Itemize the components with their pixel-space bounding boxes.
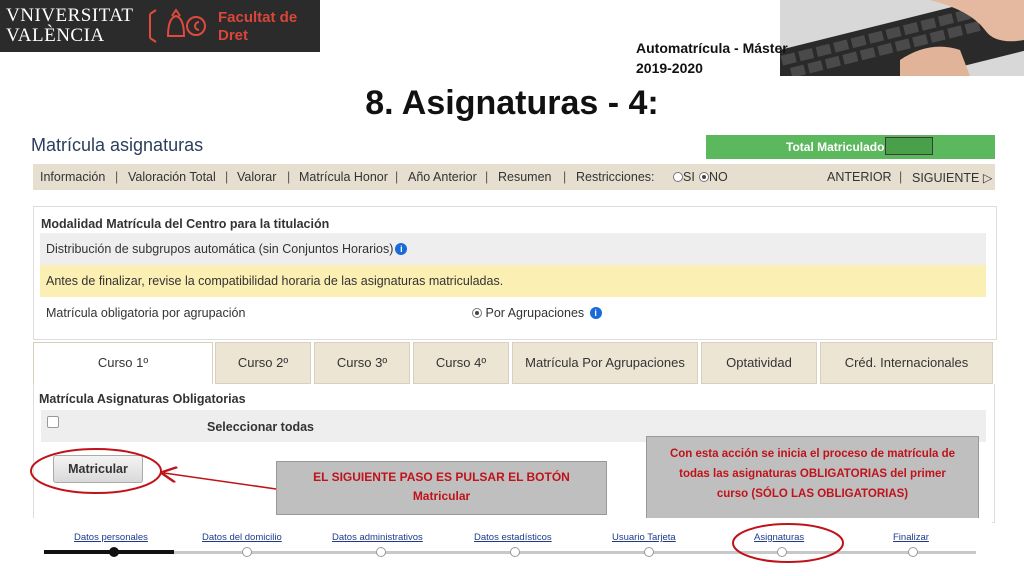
course-tabs: Curso 1º Curso 2º Curso 3º Curso 4º Matr… bbox=[33, 342, 995, 410]
modalidad-box: Modalidad Matrícula del Centro para la t… bbox=[33, 206, 997, 340]
warning-row: Antes de finalizar, revise la compatibil… bbox=[40, 265, 986, 297]
menu-item-resumen[interactable]: Resumen bbox=[498, 170, 552, 184]
menu-separator: | bbox=[899, 170, 903, 184]
university-seal-icon bbox=[149, 8, 206, 43]
callout-next-step: EL SIGUIENTE PASO ES PULSAR EL BOTÓN Mat… bbox=[276, 461, 607, 515]
obligatoria-label: Matrícula obligatoria por agrupación bbox=[46, 306, 246, 320]
step-asignaturas[interactable]: Asignaturas bbox=[754, 532, 804, 543]
step-dot bbox=[376, 547, 386, 557]
modalidad-heading: Modalidad Matrícula del Centro para la t… bbox=[41, 217, 330, 231]
step-datos-personales[interactable]: Datos personales bbox=[74, 532, 148, 543]
menu-separator: | bbox=[287, 170, 291, 184]
tab-curso-2[interactable]: Curso 2º bbox=[215, 342, 311, 384]
step-dot-current bbox=[109, 547, 119, 557]
progress-steps: Datos personales Datos del domicilio Dat… bbox=[32, 518, 992, 576]
total-enrolled-value bbox=[885, 137, 933, 155]
info-icon[interactable]: i bbox=[395, 243, 408, 255]
step-datos-administrativos[interactable]: Datos administrativos bbox=[332, 532, 423, 543]
restricciones-si-option[interactable]: SI bbox=[673, 170, 695, 184]
obligatoria-row: Matrícula obligatoria por agrupación Por… bbox=[40, 297, 986, 329]
menu-item-matricula-honor[interactable]: Matrícula Honor bbox=[299, 170, 388, 184]
total-enrolled-label: Total Matriculado bbox=[786, 140, 885, 154]
menu-separator: | bbox=[225, 170, 229, 184]
tab-optatividad[interactable]: Optatividad bbox=[701, 342, 817, 384]
info-icon[interactable]: i bbox=[589, 307, 602, 319]
step-dot bbox=[242, 547, 252, 557]
step-usuario-tarjeta[interactable]: Usuario Tarjeta bbox=[612, 532, 676, 543]
menu-separator: | bbox=[563, 170, 567, 184]
menu-separator: | bbox=[485, 170, 489, 184]
restricciones-no-option[interactable]: NO bbox=[699, 170, 728, 184]
tab-curso-4[interactable]: Curso 4º bbox=[413, 342, 509, 384]
app-title: Matrícula asignaturas bbox=[31, 135, 204, 155]
next-arrow-icon: ▷ bbox=[982, 171, 993, 185]
university-name: VNIVERSITAT VALÈNCIA bbox=[6, 5, 134, 46]
radio-agrupaciones[interactable] bbox=[472, 308, 482, 318]
menu-separator: | bbox=[115, 170, 119, 184]
menu-bar: Información | Valoración Total | Valorar… bbox=[33, 164, 995, 190]
distribucion-text: Distribución de subgrupos automática (si… bbox=[46, 242, 394, 256]
tab-creditos-internacionales[interactable]: Créd. Internacionales bbox=[820, 342, 993, 384]
university-logo: VNIVERSITAT VALÈNCIA Facultat de Dret bbox=[0, 0, 320, 52]
warning-text: Antes de finalizar, revise la compatibil… bbox=[46, 274, 504, 288]
tab-agrupaciones-pas[interactable]: Matrícula Por Agrupaciones PAS bbox=[512, 342, 698, 410]
menu-item-valoracion-total[interactable]: Valoración Total bbox=[128, 170, 216, 184]
menu-item-restricciones: Restricciones: bbox=[576, 170, 655, 184]
siguiente-link[interactable]: SIGUIENTE ▷ bbox=[912, 170, 992, 185]
step-datos-domicilio[interactable]: Datos del domicilio bbox=[202, 532, 282, 543]
keyboard-illustration bbox=[780, 0, 1024, 76]
select-all-label: Seleccionar todas bbox=[207, 420, 314, 434]
obligatorias-heading: Matrícula Asignaturas Obligatorias bbox=[39, 392, 246, 406]
tab-curso-3[interactable]: Curso 3º bbox=[314, 342, 410, 384]
total-enrolled-box: Total Matriculado bbox=[706, 135, 995, 159]
step-datos-estadisticos[interactable]: Datos estadísticos bbox=[474, 532, 552, 543]
menu-item-informacion[interactable]: Información bbox=[40, 170, 105, 184]
matricular-button[interactable]: Matricular bbox=[53, 455, 143, 483]
agrupaciones-option[interactable]: Por Agrupaciones i bbox=[472, 306, 602, 320]
step-finalizar[interactable]: Finalizar bbox=[893, 532, 929, 543]
step-dot bbox=[510, 547, 520, 557]
menu-separator: | bbox=[395, 170, 399, 184]
tab-curso-1[interactable]: Curso 1º bbox=[33, 342, 213, 384]
menu-item-ano-anterior[interactable]: Año Anterior bbox=[408, 170, 477, 184]
menu-item-valorar[interactable]: Valorar bbox=[237, 170, 276, 184]
radio-no[interactable] bbox=[699, 172, 709, 182]
faculty-name: Facultat de Dret bbox=[218, 9, 298, 44]
step-dot bbox=[777, 547, 787, 557]
course-subtitle: Automatrícula - Máster 2019-2020 bbox=[636, 40, 788, 76]
select-all-checkbox[interactable] bbox=[47, 416, 59, 428]
keyboard-photo bbox=[780, 0, 1024, 76]
distribucion-row: Distribución de subgrupos automática (si… bbox=[40, 233, 986, 265]
page-title: 8. Asignaturas - 4: bbox=[365, 84, 659, 122]
anterior-link[interactable]: ANTERIOR bbox=[827, 170, 892, 184]
step-dot bbox=[644, 547, 654, 557]
step-dot bbox=[908, 547, 918, 557]
radio-si[interactable] bbox=[673, 172, 683, 182]
